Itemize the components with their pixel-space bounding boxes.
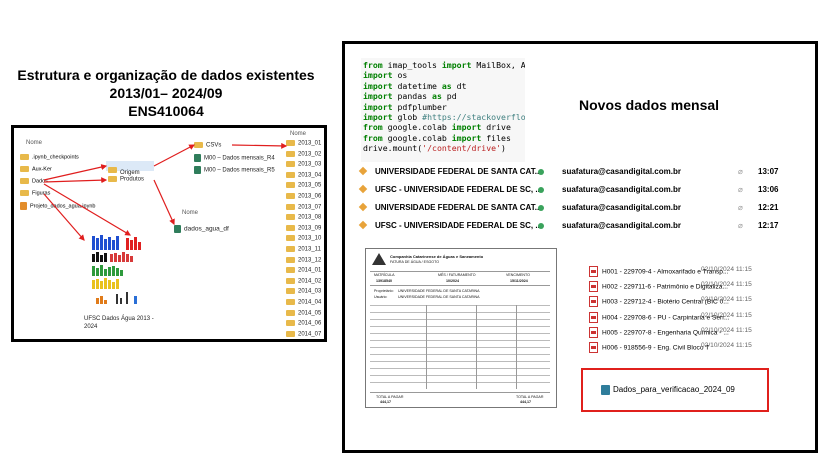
invoice-row-line	[370, 333, 550, 334]
invoice-row-line	[370, 375, 550, 376]
invoice-row-line	[370, 382, 550, 383]
status-dot-icon	[538, 205, 544, 211]
attachment-icon: ⌀	[738, 167, 743, 176]
email-row[interactable]: UNIVERSIDADE FEDERAL DE SANTA CAT... suaf…	[355, 164, 807, 181]
invoice-row-line	[370, 319, 550, 320]
email-subject: UFSC - UNIVERSIDADE FEDERAL DE SC, ...	[375, 185, 542, 194]
pdf-file[interactable]: H001 - 229709-4 - Almoxarifado e Transp.…	[589, 266, 752, 280]
unread-marker-icon	[358, 220, 368, 230]
pdf-file-date: 02/10/2024 11:15	[701, 342, 752, 349]
invoice-row-line	[370, 326, 550, 327]
status-dot-icon	[538, 223, 544, 229]
invoice-company: Companhia Catarinense de Águas e Saneame…	[390, 254, 484, 259]
pdf-file-date: 02/10/2024 11:15	[701, 311, 752, 319]
email-from: suafatura@casandigital.com.br	[562, 203, 681, 212]
invoice-venc-label: VENCIMENTO	[506, 273, 530, 277]
invoice-row-line	[370, 354, 550, 355]
invoice-total: 444,17	[380, 400, 391, 404]
pdf-icon	[589, 342, 598, 353]
invoice-total-right: 444,17	[520, 400, 531, 404]
invoice-user-label: Usuário:	[374, 295, 388, 299]
code-line: from google.colab import files	[363, 132, 511, 143]
pdf-file[interactable]: H005 - 229707-8 - Engenharia Química - .…	[589, 326, 752, 341]
pdf-file-date: 02/10/2024 11:15	[701, 326, 752, 334]
pdf-file[interactable]: H002 - 229711-6 - Patrimônio e Digitaliz…	[589, 281, 752, 295]
email-row[interactable]: UNIVERSIDADE FEDERAL DE SANTA CAT... suaf…	[355, 200, 807, 217]
email-time: 12:21	[758, 203, 779, 212]
pdf-icon	[589, 266, 598, 277]
email-from: suafatura@casandigital.com.br	[562, 185, 681, 194]
attachment-icon: ⌀	[738, 221, 743, 230]
pdf-icon	[589, 296, 598, 308]
invoice-mes: 10/2024	[446, 279, 459, 283]
attachment-icon: ⌀	[738, 203, 743, 212]
dataset-file-icon	[601, 385, 610, 395]
email-from: suafatura@casandigital.com.br	[562, 167, 681, 176]
invoice-row-line	[370, 312, 550, 313]
invoice-row-line	[370, 340, 550, 341]
email-time: 12:17	[758, 221, 779, 230]
code-line: import glob #https://stackoverflow.com/	[363, 112, 525, 123]
pdf-file-date: 02/10/2024 11:15	[701, 266, 752, 273]
unread-marker-icon	[358, 202, 368, 212]
invoice-row-line	[370, 368, 550, 369]
email-subject: UFSC - UNIVERSIDADE FEDERAL DE SC, ...	[375, 221, 542, 230]
invoice-doc: FATURA DE ÁGUA / ESGOTO	[390, 260, 439, 264]
email-row[interactable]: UFSC - UNIVERSIDADE FEDERAL DE SC, ... su…	[355, 182, 807, 199]
casan-logo-icon	[372, 253, 386, 265]
new-data-title: Novos dados mensal	[579, 97, 720, 113]
invoice-col-line	[516, 305, 517, 389]
status-dot-icon	[538, 169, 544, 175]
left-title-line1: Estrutura e organização de dados existen…	[17, 67, 315, 83]
invoice-col-line	[476, 305, 477, 389]
folder-structure-panel: Nome .ipynb_checkpoints Aux-Ker Dados Fi…	[11, 125, 327, 342]
email-time: 13:07	[758, 167, 779, 176]
email-subject: UNIVERSIDADE FEDERAL DE SANTA CAT...	[375, 203, 542, 212]
invoice-venc: 15/11/2024	[510, 279, 528, 283]
unread-marker-icon	[358, 166, 368, 176]
pdf-icon	[589, 326, 598, 338]
pdf-file[interactable]: H004 - 229708-6 - PU - Carpintaria e Ser…	[589, 311, 752, 326]
invoice-user: UNIVERSIDADE FEDERAL DE SANTA CATARINA	[398, 295, 480, 299]
verification-file[interactable]: Dados_para_verificacao_2024_09	[601, 385, 735, 395]
invoice-mes-label: MÊS / FATURAMENTO	[438, 273, 476, 277]
invoice-matricula-label: MATRÍCULA	[374, 273, 395, 277]
email-row[interactable]: UFSC - UNIVERSIDADE FEDERAL DE SC, ... su…	[355, 218, 807, 235]
code-line: drive.mount('/content/drive')	[363, 143, 506, 154]
pdf-file-name: H006 - 918556-9 - Eng. Civil Bloco T	[602, 344, 710, 352]
pdf-icon	[589, 311, 598, 323]
invoice-total-label-right: TOTAL A PAGAR	[516, 395, 544, 399]
invoice-total-label: TOTAL A PAGAR	[376, 395, 404, 399]
pdf-file[interactable]: H003 - 229712-4 - Biotério Central (BIC …	[589, 296, 752, 310]
code-line: import datetime as dt	[363, 80, 467, 91]
pdf-file[interactable]: H006 - 918556-9 - Eng. Civil Bloco T 02/1…	[589, 342, 752, 356]
code-line: from imap_tools import MailBox, AND, A	[363, 60, 525, 70]
email-from: suafatura@casandigital.com.br	[562, 221, 681, 230]
invoice-row-line	[370, 305, 550, 306]
invoice-col-line	[426, 305, 427, 389]
pdf-file-date: 02/10/2024 11:15	[701, 281, 752, 289]
code-line: import pdfplumber	[363, 101, 447, 112]
status-dot-icon	[538, 187, 544, 193]
email-time: 13:06	[758, 185, 779, 194]
unread-marker-icon	[358, 184, 368, 194]
red-arrows	[43, 142, 288, 241]
invoice-owner-label: Proprietário:	[374, 289, 394, 293]
code-line: import os	[363, 70, 408, 81]
invoice-row-line	[370, 347, 550, 348]
invoice-owner: UNIVERSIDADE FEDERAL DE SANTA CATARINA	[398, 289, 480, 293]
email-subject: UNIVERSIDADE FEDERAL DE SANTA CAT...	[375, 167, 542, 176]
invoice-matricula: 13918540	[376, 279, 392, 283]
monthly-data-panel: from imap_tools import MailBox, AND, Aim…	[342, 41, 818, 453]
attachment-icon: ⌀	[738, 185, 743, 194]
left-title-line3: ENS410064	[128, 103, 204, 119]
code-line: import pandas as pd	[363, 91, 457, 102]
invoice-thumbnail: Companhia Catarinense de Águas e Saneame…	[365, 248, 557, 408]
left-title-line2: 2013/01– 2024/09	[109, 85, 223, 101]
pdf-file-date: 02/10/2024 11:15	[701, 296, 752, 304]
code-cell[interactable]: from imap_tools import MailBox, AND, Aim…	[361, 58, 525, 162]
code-line: from google.colab import drive	[363, 122, 511, 133]
invoice-row-line	[370, 361, 550, 362]
pdf-icon	[589, 281, 598, 293]
